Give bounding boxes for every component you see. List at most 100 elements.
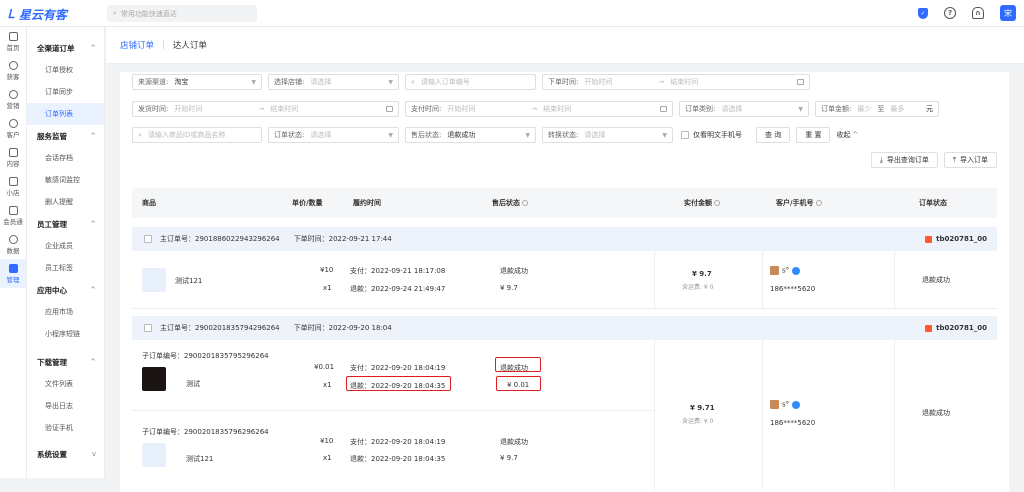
collapse-toggle[interactable]: 收起 ^ — [836, 130, 858, 140]
customer-info[interactable]: s° — [770, 400, 801, 409]
chevron-down-icon: ▼ — [798, 105, 803, 113]
after-sale-select[interactable]: 售后状态: 退款成功 ▼ — [405, 127, 536, 143]
nav-members[interactable]: 企业成员 — [27, 235, 104, 257]
user-icon — [8, 60, 18, 70]
nav-file-list[interactable]: 文件列表 — [27, 373, 104, 395]
chevron-down-icon: ▼ — [388, 78, 393, 86]
product-input[interactable]: ⌕ 请输入商品ID或商品名称 — [132, 127, 262, 143]
info-icon — [815, 200, 822, 206]
logo-icon: Ꮮ — [8, 7, 15, 21]
product-image[interactable] — [142, 268, 166, 292]
group-downloads[interactable]: 下载管理 ^ — [27, 351, 104, 373]
chevron-up-icon: ^ — [852, 131, 859, 139]
gift-icon — [8, 205, 18, 215]
rail-member[interactable]: 会员通 — [0, 201, 26, 230]
folder-icon — [8, 147, 18, 157]
chat-icon[interactable] — [792, 400, 801, 409]
convert-status-select[interactable]: 转换状态: 请选择 ▼ — [542, 127, 673, 143]
taobao-shop-icon — [925, 324, 933, 332]
export-orders-button[interactable]: ⤓ 导出查询订单 — [870, 152, 938, 168]
order-checkbox[interactable] — [144, 235, 152, 243]
rail-customer[interactable]: 客户 — [0, 114, 26, 143]
import-orders-button[interactable]: ⤒ 导入订单 — [943, 152, 997, 168]
nav-verify-phone[interactable]: 验证手机 — [27, 417, 104, 439]
order-header: 主订单号： 2901886022943296264 下单时间： 2022-09-21… — [132, 227, 997, 251]
calendar-icon — [386, 106, 393, 112]
checkbox[interactable] — [681, 131, 689, 139]
table-header: 商品 单价/数量 履约时间 售后状态 实付金额 客户/手机号 订单状态 — [132, 188, 997, 218]
chevron-up-icon: ^ — [90, 132, 96, 140]
bulb-icon — [8, 89, 18, 99]
group-all-channel-orders[interactable]: 全渠道订单 ^ — [27, 37, 104, 59]
help-icon[interactable]: ? — [944, 7, 956, 19]
order-status-select[interactable]: 订单状态: 请选择 ▼ — [268, 127, 399, 143]
search-icon: ⌕ — [113, 9, 117, 17]
group-app-center[interactable]: 应用中心 ^ — [27, 279, 104, 301]
order-header: 主订单号： 2900201835794296264 下单时间： 2022-09-20… — [132, 316, 997, 340]
order-row: 子订单编号：2900201835795296264 测试 ¥0.01 x1 支付… — [132, 340, 997, 490]
order-checkbox[interactable] — [144, 324, 152, 332]
nav-delete-reminder[interactable]: 删人提醒 — [27, 191, 104, 213]
rail-shop[interactable]: 小店 — [0, 172, 26, 201]
nav-order-list[interactable]: 订单列表 — [27, 103, 104, 125]
home-icon — [8, 31, 18, 41]
order-tabs: 店铺订单 | 达人订单 — [106, 27, 1024, 64]
shield-icon[interactable]: ✓ — [918, 7, 928, 19]
tab-shop-orders[interactable]: 店铺订单 — [120, 39, 154, 51]
group-staff[interactable]: 员工管理 ^ — [27, 213, 104, 235]
channel-select[interactable]: 来源渠道: 淘宝 ▼ — [132, 74, 262, 90]
product-image[interactable] — [142, 443, 166, 467]
headset-icon[interactable]: ∩ — [972, 7, 984, 19]
nav-mini-link[interactable]: 小程序短链 — [27, 323, 104, 345]
main-content: 店铺订单 | 达人订单 来源渠道: 淘宝 ▼ 选择店铺: 请选择 ▼ ⌕ 请输入订单编号 … — [106, 27, 1024, 492]
rail-content[interactable]: 内容 — [0, 143, 26, 172]
amount-range[interactable]: 订单金额: 最少至最多元 — [815, 101, 939, 117]
store-icon — [8, 176, 18, 186]
group-system-settings[interactable]: 系统设置 v — [27, 443, 104, 465]
app-logo[interactable]: Ꮮ 星云有客 — [8, 6, 67, 23]
order-time-range[interactable]: 下单时间: 开始时间 → 结束时间 — [542, 74, 810, 90]
order-row: 测试121 ¥10 x1 支付：2022-09-21 18:17:08 退款：2… — [132, 251, 997, 309]
global-search[interactable]: ⌕ 常用功能快速直达 — [107, 5, 257, 22]
tab-influencer-orders[interactable]: 达人订单 — [173, 39, 207, 51]
reset-button[interactable]: 重 置 — [796, 127, 831, 143]
chevron-up-icon: ^ — [90, 44, 96, 52]
search-icon: ⌕ — [411, 77, 415, 86]
highlight-refund-status — [495, 357, 541, 372]
info-icon — [714, 200, 720, 206]
rail-marketing[interactable]: 营销 — [0, 85, 26, 114]
query-button[interactable]: 查 询 — [756, 127, 791, 143]
rail-data[interactable]: 数据 — [0, 230, 26, 259]
chevron-down-icon: v — [91, 450, 96, 458]
ship-time-range[interactable]: 发货时间: 开始时间 → 结束时间 — [132, 101, 399, 117]
nav-export-log[interactable]: 导出日志 — [27, 395, 104, 417]
taobao-shop-icon — [925, 235, 933, 243]
top-bar: Ꮮ 星云有客 ⌕ 常用功能快速直达 ✓ ? ∩ 宋 — [0, 0, 1024, 27]
chat-icon[interactable] — [792, 266, 801, 275]
product-image[interactable] — [142, 367, 166, 391]
chevron-down-icon: ▼ — [251, 78, 256, 86]
plain-phone-filter[interactable]: 仅看明文手机号 — [681, 130, 742, 140]
order-no-input[interactable]: ⌕ 请输入订单编号 — [405, 74, 536, 90]
chevron-up-icon: ^ — [90, 286, 96, 294]
search-icon: ⌕ — [138, 130, 142, 139]
chevron-up-icon: ^ — [90, 358, 96, 366]
highlight-refund-amount — [496, 376, 541, 391]
calendar-icon — [797, 79, 804, 85]
nav-app-market[interactable]: 应用市场 — [27, 301, 104, 323]
group-service-monitor[interactable]: 服务监管 ^ — [27, 125, 104, 147]
user-avatar[interactable]: 宋 — [1000, 5, 1016, 21]
shop-select[interactable]: 选择店铺: 请选择 ▼ — [268, 74, 399, 90]
nav-sensitive-words[interactable]: 敏感词监控 — [27, 169, 104, 191]
order-type-select[interactable]: 订单类别: 请选择 ▼ — [679, 101, 809, 117]
rail-acquire[interactable]: 获客 — [0, 56, 26, 85]
nav-order-auth[interactable]: 订单授权 — [27, 59, 104, 81]
customer-info[interactable]: s° — [770, 266, 801, 275]
pay-time-range[interactable]: 支付时间: 开始时间 → 结束时间 — [405, 101, 673, 117]
upload-icon: ⤒ — [952, 155, 956, 164]
nav-staff-tags[interactable]: 员工标签 — [27, 257, 104, 279]
nav-session-archive[interactable]: 会话存档 — [27, 147, 104, 169]
rail-manage[interactable]: 管理 — [0, 259, 26, 288]
nav-order-sync[interactable]: 订单同步 — [27, 81, 104, 103]
rail-home[interactable]: 首页 — [0, 27, 26, 56]
